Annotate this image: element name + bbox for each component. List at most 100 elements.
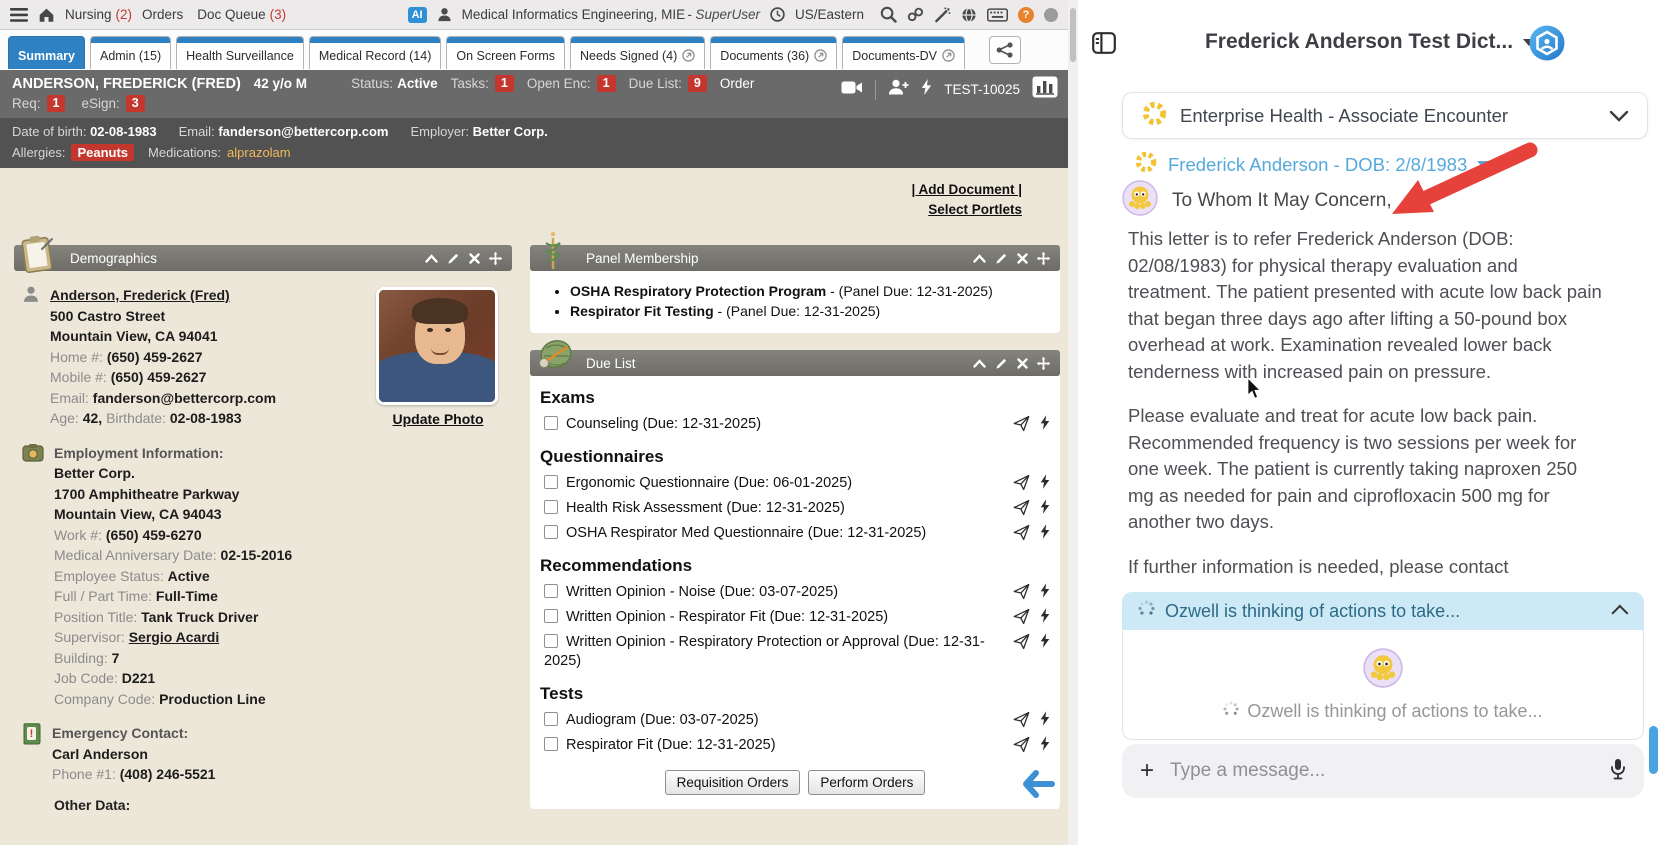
chart-tab[interactable]: Admin (15) — [90, 36, 171, 69]
close-icon[interactable] — [1017, 358, 1028, 369]
quick-action-bolt-icon[interactable] — [1040, 415, 1050, 432]
video-camera-icon[interactable] — [841, 80, 863, 100]
help-icon[interactable]: ? — [1018, 7, 1034, 23]
edit-pencil-icon[interactable] — [447, 252, 460, 265]
quick-action-bolt-icon[interactable] — [1040, 608, 1050, 625]
perform-orders-button[interactable]: Perform Orders — [808, 770, 925, 795]
edit-pencil-icon[interactable] — [995, 357, 1008, 370]
panel-membership-header[interactable]: Panel Membership — [530, 245, 1060, 271]
collapse-icon[interactable] — [425, 254, 438, 263]
panel-splitter[interactable] — [1068, 0, 1078, 845]
conversation-title-row[interactable]: Frederick Anderson Test Dict... — [1078, 30, 1662, 54]
due-item-checkbox[interactable] — [544, 500, 558, 514]
send-plane-icon[interactable] — [1013, 415, 1030, 432]
quick-action-bolt-icon[interactable] — [1040, 499, 1050, 516]
send-plane-icon[interactable] — [1013, 608, 1030, 625]
send-plane-icon[interactable] — [1013, 499, 1030, 516]
collapse-icon[interactable] — [973, 359, 986, 368]
add-person-icon[interactable] — [888, 79, 909, 100]
quick-action-bolt-icon[interactable] — [1040, 583, 1050, 600]
due-item-checkbox[interactable] — [544, 416, 558, 430]
patient-name-link[interactable]: Anderson, Frederick (Fred) — [50, 285, 276, 306]
move-icon[interactable] — [1037, 252, 1050, 265]
update-photo-link[interactable]: Update Photo — [393, 411, 484, 427]
link-chain-icon[interactable] — [907, 7, 924, 22]
bolt-icon[interactable] — [921, 79, 932, 100]
collapse-panel-arrow[interactable] — [1022, 770, 1056, 803]
add-document-link[interactable]: | Add Document | — [911, 180, 1022, 200]
due-item-checkbox[interactable] — [544, 475, 558, 489]
select-portlets-link[interactable]: Select Portlets — [911, 200, 1022, 220]
globe-icon[interactable] — [961, 7, 977, 23]
demographics-portlet-header[interactable]: Demographics — [14, 245, 512, 271]
nav-item-doc-queue[interactable]: Doc Queue (3) — [197, 7, 286, 22]
ai-badge[interactable]: AI — [408, 7, 427, 23]
quick-action-bolt-icon[interactable] — [1040, 633, 1050, 650]
hamburger-menu-icon[interactable] — [10, 8, 28, 22]
medications-value[interactable]: alprazolam — [227, 145, 291, 160]
wand-icon[interactable] — [934, 7, 951, 23]
send-plane-icon[interactable] — [1013, 583, 1030, 600]
nav-item-orders[interactable]: Orders — [142, 7, 187, 22]
quick-action-bolt-icon[interactable] — [1040, 474, 1050, 491]
patient-context-row[interactable]: Frederick Anderson - DOB: 2/8/1983 — [1134, 150, 1489, 179]
microphone-icon[interactable] — [1610, 758, 1626, 785]
popout-icon[interactable] — [942, 49, 955, 62]
message-input[interactable] — [1170, 760, 1594, 782]
edit-pencil-icon[interactable] — [995, 252, 1008, 265]
splitter-handle[interactable] — [1070, 8, 1076, 62]
due-item-checkbox[interactable] — [544, 712, 558, 726]
chart-tab[interactable]: Documents (36) — [710, 36, 837, 69]
chart-tab[interactable]: Summary — [8, 36, 85, 69]
chart-tab[interactable]: On Screen Forms — [446, 36, 565, 69]
send-plane-icon[interactable] — [1013, 474, 1030, 491]
requisition-orders-button[interactable]: Requisition Orders — [665, 770, 801, 795]
due-item-checkbox[interactable] — [544, 737, 558, 751]
due-list-header[interactable]: Due List — [530, 350, 1060, 376]
move-icon[interactable] — [489, 252, 502, 265]
due-item-checkbox[interactable] — [544, 584, 558, 598]
attach-plus-icon[interactable]: + — [1140, 759, 1154, 783]
due-item-checkbox[interactable] — [544, 609, 558, 623]
due-item-checkbox[interactable] — [544, 634, 558, 648]
chart-tab[interactable]: Needs Signed (4) — [570, 36, 705, 69]
patient-name[interactable]: ANDERSON, FREDERICK (FRED) — [12, 76, 241, 92]
close-icon[interactable] — [469, 253, 480, 264]
esign-count-badge[interactable]: 3 — [126, 95, 145, 112]
due-list-count-badge[interactable]: 9 — [688, 75, 707, 92]
quick-action-bolt-icon[interactable] — [1040, 736, 1050, 753]
order-link[interactable]: Order — [720, 76, 755, 91]
quick-action-bolt-icon[interactable] — [1040, 711, 1050, 728]
due-item-checkbox[interactable] — [544, 525, 558, 539]
allergy-badge[interactable]: Peanuts — [71, 144, 134, 161]
conversation-title[interactable]: Frederick Anderson Test Dict... — [1205, 30, 1513, 54]
keyboard-icon[interactable] — [987, 8, 1008, 22]
search-icon[interactable] — [880, 6, 897, 23]
popout-icon[interactable] — [814, 49, 827, 62]
popout-icon[interactable] — [682, 49, 695, 62]
send-plane-icon[interactable] — [1013, 736, 1030, 753]
chart-tab[interactable]: Medical Record (14) — [309, 36, 442, 69]
req-count-badge[interactable]: 1 — [47, 95, 66, 112]
chart-tab[interactable]: Documents-DV — [842, 36, 965, 69]
chart-stats-icon[interactable] — [1032, 76, 1058, 103]
send-plane-icon[interactable] — [1013, 524, 1030, 541]
quick-action-bolt-icon[interactable] — [1040, 524, 1050, 541]
collapse-icon[interactable] — [973, 254, 986, 263]
timezone-label[interactable]: US/Eastern — [795, 7, 864, 22]
thinking-header[interactable]: Ozwell is thinking of actions to take... — [1122, 592, 1644, 630]
move-icon[interactable] — [1037, 357, 1050, 370]
encounter-selector[interactable]: Enterprise Health - Associate Encounter — [1122, 92, 1648, 139]
tab-settings-button[interactable] — [989, 36, 1021, 64]
tasks-count-badge[interactable]: 1 — [495, 75, 514, 92]
home-icon[interactable] — [38, 7, 55, 23]
chevron-up-icon[interactable] — [1611, 605, 1628, 622]
chart-tab[interactable]: Health Surveillance — [176, 36, 304, 69]
open-enc-count-badge[interactable]: 1 — [597, 75, 616, 92]
nav-item-nursing[interactable]: Nursing (2) — [65, 7, 132, 22]
send-plane-icon[interactable] — [1013, 633, 1030, 650]
ozwell-logo[interactable] — [1528, 24, 1566, 67]
right-scrollbar-thumb[interactable] — [1649, 726, 1658, 774]
send-plane-icon[interactable] — [1013, 711, 1030, 728]
close-icon[interactable] — [1017, 253, 1028, 264]
